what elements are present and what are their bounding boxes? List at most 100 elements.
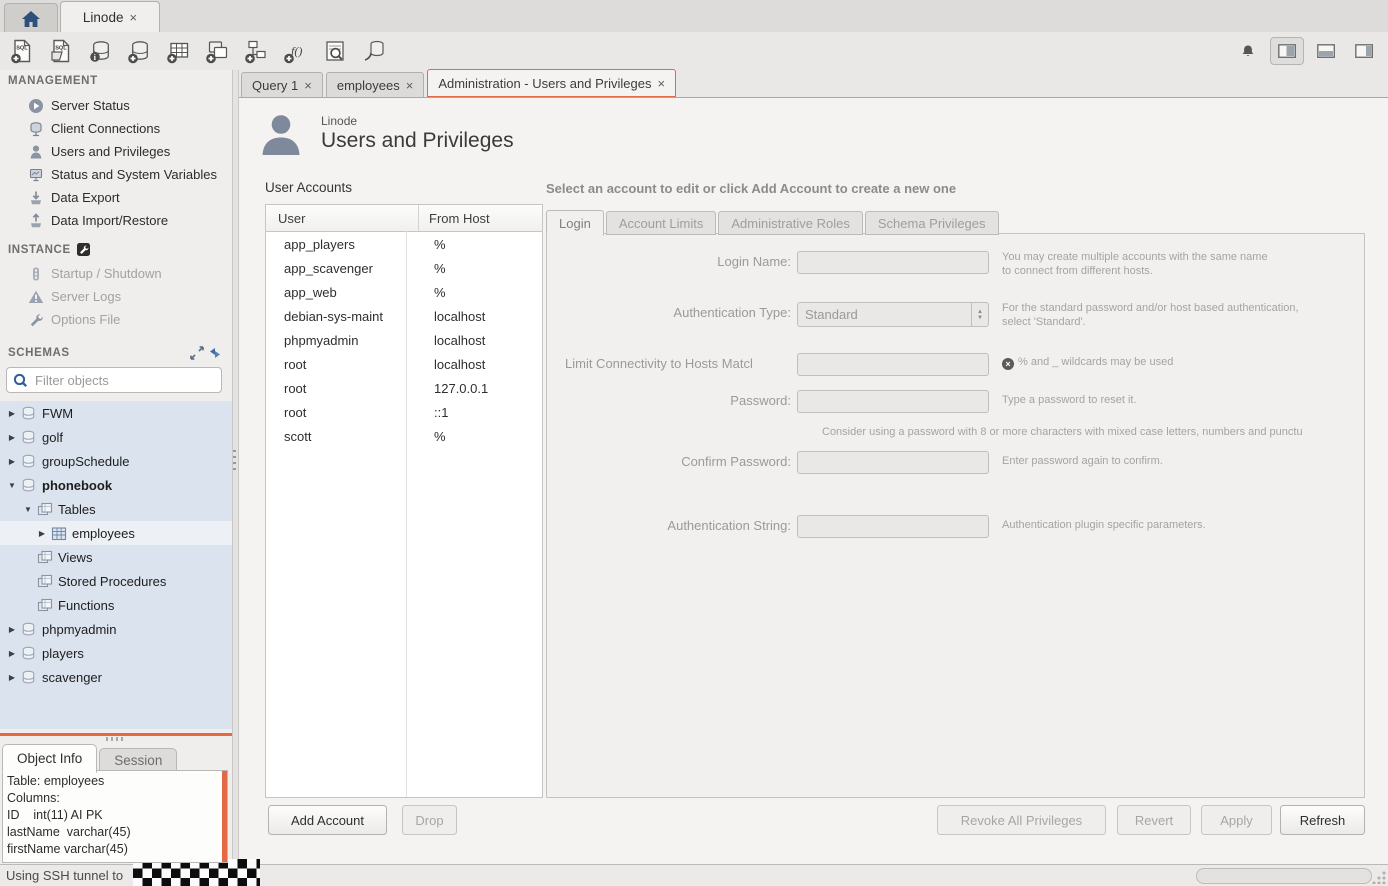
home-tab[interactable]	[4, 3, 58, 33]
table-row[interactable]: phpmyadminlocalhost	[266, 328, 542, 352]
column-header-from-host[interactable]: From Host	[419, 211, 542, 226]
tree-item-groupschedule[interactable]: ▶groupSchedule	[0, 449, 232, 473]
auth-type-select[interactable]: Standard ▲▼	[797, 302, 989, 327]
sidebar-splitter[interactable]	[0, 733, 232, 736]
wildcard-info-icon: ×	[1002, 358, 1014, 370]
sidebar-item-data-import[interactable]: Data Import/Restore	[0, 209, 232, 232]
toggle-right-sidebar-button[interactable]	[1348, 38, 1380, 64]
table-row[interactable]: app_scavenger%	[266, 256, 542, 280]
page-title: Users and Privileges	[321, 129, 514, 153]
tree-item-phpmyadmin[interactable]: ▶phpmyadmin	[0, 617, 232, 641]
close-icon[interactable]: ×	[129, 11, 137, 24]
tree-item-players[interactable]: ▶players	[0, 641, 232, 665]
table-header: User From Host	[266, 205, 542, 232]
schema-filter-input[interactable]	[33, 372, 215, 389]
sidebar-item-server-logs[interactable]: Server Logs	[0, 285, 232, 308]
drop-button[interactable]: Drop	[402, 805, 457, 835]
sidebar-item-users-privileges[interactable]: Users and Privileges	[0, 140, 232, 163]
table-row[interactable]: root::1	[266, 400, 542, 424]
chevron-right-icon[interactable]: ▶	[6, 457, 18, 466]
limit-hosts-input[interactable]	[797, 353, 989, 376]
search-table-data-icon	[322, 38, 348, 64]
create-procedure-button[interactable]	[242, 37, 272, 65]
chevron-right-icon[interactable]: ▶	[6, 673, 18, 682]
panel-left-icon	[1278, 44, 1296, 58]
table-icon	[50, 525, 67, 541]
toggle-output-area-button[interactable]	[1310, 38, 1342, 64]
refresh-schemas-button[interactable]	[206, 346, 224, 360]
spinner-arrows-icon[interactable]: ▲▼	[971, 303, 988, 326]
add-account-button[interactable]: Add Account	[268, 805, 387, 835]
sidebar-item-server-status[interactable]: Server Status	[0, 94, 232, 117]
open-sql-file-button[interactable]	[47, 37, 77, 65]
tab-administrative-roles[interactable]: Administrative Roles	[718, 211, 863, 235]
sidebar-resize-handle[interactable]	[232, 70, 239, 865]
tree-item-phonebook[interactable]: ▼phonebook	[0, 473, 232, 497]
sidebar-item-status-variables[interactable]: Status and System Variables	[0, 163, 232, 186]
chevron-down-icon[interactable]: ▼	[6, 481, 18, 490]
sidebar-item-startup-shutdown[interactable]: Startup / Shutdown	[0, 262, 232, 285]
tree-item-fwm[interactable]: ▶FWM	[0, 401, 232, 425]
confirm-password-input[interactable]	[797, 451, 989, 474]
chevron-right-icon[interactable]: ▶	[6, 649, 18, 658]
close-icon[interactable]: ×	[304, 79, 312, 92]
tab-employees[interactable]: employees×	[326, 72, 424, 97]
tree-item-tables[interactable]: ▼Tables	[0, 497, 232, 521]
panel-scrollbar[interactable]	[222, 771, 227, 862]
table-row[interactable]: rootlocalhost	[266, 352, 542, 376]
create-table-button[interactable]	[164, 37, 194, 65]
refresh-button[interactable]: Refresh	[1280, 805, 1365, 835]
chevron-down-icon[interactable]: ▼	[22, 505, 34, 514]
search-table-data-button[interactable]	[320, 37, 350, 65]
tree-item-stored-procedures[interactable]: Stored Procedures	[0, 569, 232, 593]
connection-tab-linode[interactable]: Linode ×	[60, 1, 160, 33]
login-name-input[interactable]	[797, 251, 989, 274]
tab-account-limits[interactable]: Account Limits	[606, 211, 717, 235]
create-view-button[interactable]	[203, 37, 233, 65]
chevron-right-icon[interactable]: ▶	[6, 409, 18, 418]
chevron-right-icon[interactable]: ▶	[6, 625, 18, 634]
tree-item-golf[interactable]: ▶golf	[0, 425, 232, 449]
table-row[interactable]: debian-sys-maintlocalhost	[266, 304, 542, 328]
auth-string-input[interactable]	[797, 515, 989, 538]
tab-login[interactable]: Login	[546, 210, 604, 236]
revert-button[interactable]: Revert	[1117, 805, 1191, 835]
tree-item-scavenger[interactable]: ▶scavenger	[0, 665, 232, 689]
create-function-button[interactable]	[281, 37, 311, 65]
reconnect-dbms-icon	[361, 38, 387, 64]
tab-administration[interactable]: Administration - Users and Privileges×	[427, 69, 676, 97]
tab-schema-privileges[interactable]: Schema Privileges	[865, 211, 999, 235]
tree-item-functions[interactable]: Functions	[0, 593, 232, 617]
tree-item-employees[interactable]: ▶employees	[0, 521, 232, 545]
reconnect-dbms-button[interactable]	[359, 37, 389, 65]
sidebar-item-client-connections[interactable]: Client Connections	[0, 117, 232, 140]
close-icon[interactable]: ×	[657, 77, 665, 90]
create-schema-button[interactable]	[125, 37, 155, 65]
login-name-help: You may create multiple accounts with th…	[1002, 250, 1268, 278]
horizontal-scrollbar[interactable]	[1196, 868, 1372, 884]
sidebar-item-data-export[interactable]: Data Export	[0, 186, 232, 209]
notification-button[interactable]	[1232, 38, 1264, 64]
table-row[interactable]: scott%	[266, 424, 542, 448]
new-sql-tab-button[interactable]	[8, 37, 38, 65]
table-row[interactable]: root127.0.0.1	[266, 376, 542, 400]
close-icon[interactable]: ×	[406, 79, 414, 92]
sidebar-item-options-file[interactable]: Options File	[0, 308, 232, 331]
status-bar: Using SSH tunnel to	[0, 864, 1388, 886]
management-list: Server Status Client Connections Users a…	[0, 94, 232, 232]
tab-query1[interactable]: Query 1×	[241, 72, 323, 97]
window-resize-grip-icon[interactable]	[1372, 870, 1386, 884]
toggle-left-sidebar-button[interactable]	[1270, 37, 1304, 65]
chevron-right-icon[interactable]: ▶	[6, 433, 18, 442]
chevron-right-icon[interactable]: ▶	[36, 529, 48, 538]
table-row[interactable]: app_web%	[266, 280, 542, 304]
expand-schemas-button[interactable]	[188, 346, 206, 360]
inspect-database-button[interactable]: i	[86, 37, 116, 65]
tree-item-views[interactable]: Views	[0, 545, 232, 569]
column-header-user[interactable]: User	[266, 205, 419, 231]
table-row[interactable]: app_players%	[266, 232, 542, 256]
password-input[interactable]	[797, 390, 989, 413]
revoke-all-privileges-button[interactable]: Revoke All Privileges	[937, 805, 1106, 835]
apply-button[interactable]: Apply	[1201, 805, 1272, 835]
tab-object-info[interactable]: Object Info	[2, 744, 97, 773]
